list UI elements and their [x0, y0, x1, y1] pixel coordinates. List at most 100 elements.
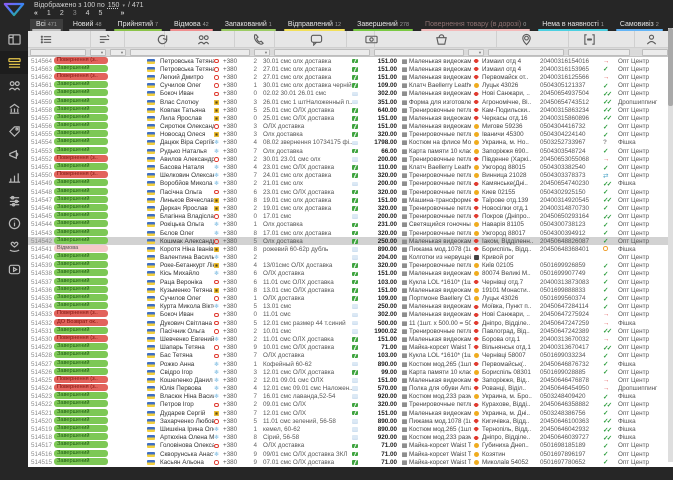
table-row[interactable]: 514560 Завершений Бокоч Иван +380 0 02.02 30.…	[28, 89, 673, 98]
table-row[interactable]: 514564 Повернення (з.. Петровська Тетяна +3…	[28, 57, 673, 65]
tracking-number[interactable]: 0501699028885	[540, 369, 603, 376]
sidebar-item-video-tutorials[interactable]	[0, 258, 28, 281]
client-column-icon[interactable]	[197, 33, 211, 46]
phone-number[interactable]: +380	[223, 336, 248, 343]
phone-number[interactable]: +380	[223, 426, 248, 433]
phone-column-icon[interactable]	[252, 33, 266, 46]
tracking-number[interactable]: 0504305121337	[540, 82, 603, 89]
phone-number[interactable]: +380	[223, 139, 248, 146]
table-row[interactable]: 514522 Завершений Петров Ігор +380 2 09.01 см…	[28, 400, 673, 409]
sidebar-item-statistics[interactable]	[0, 166, 28, 189]
ring-channel-icon[interactable]	[214, 328, 223, 334]
phone-number[interactable]: +380	[223, 311, 248, 318]
olx-channel-icon[interactable]	[214, 197, 223, 203]
table-row[interactable]: 514562 Повернення (з.. Легкий Дмитро +380 2 2…	[28, 72, 673, 81]
table-row[interactable]: 514552 Повернення (з.. Авилов Александр +38…	[28, 154, 673, 163]
last-page-button[interactable]: »	[120, 10, 124, 17]
prom-channel-icon[interactable]: ❄	[214, 426, 223, 433]
phone-number[interactable]: +380	[223, 418, 248, 425]
tracking-number[interactable]: 20400315860896	[540, 115, 603, 122]
tracking-number[interactable]: 20450648368401	[540, 246, 603, 253]
ring-channel-icon[interactable]	[214, 189, 223, 195]
ring-channel-icon[interactable]	[214, 312, 223, 318]
tracking-number[interactable]: 20400316154016	[540, 58, 603, 65]
table-row[interactable]: 514531 Завершений Пасічник Ольга +380 2 10.01…	[28, 326, 673, 335]
tags-column-icon[interactable]	[98, 33, 112, 46]
tracking-number[interactable]: 20450646358882	[540, 401, 603, 408]
phone-number[interactable]: +380	[223, 328, 248, 335]
ring-channel-icon[interactable]	[214, 320, 223, 326]
payment-column-icon[interactable]	[365, 33, 379, 46]
sidebar-item-marketing[interactable]	[0, 143, 28, 166]
manager-column-icon[interactable]	[645, 33, 659, 46]
vertical-scrollbar[interactable]	[668, 28, 673, 462]
phone-number[interactable]: +380	[223, 107, 248, 114]
phone-number[interactable]: +380	[223, 254, 248, 261]
tracking-number[interactable]: 20450654740230	[540, 180, 603, 187]
phone-number[interactable]: +380	[223, 442, 248, 449]
table-row[interactable]: 514530 Повернення (з.. Шевченко Евгений ❄ +3…	[28, 334, 673, 343]
phone-number[interactable]: +380	[223, 410, 248, 417]
table-row[interactable]: 514559 Завершений Влас Слотюу +380 3 26.01 см…	[28, 97, 673, 106]
tracking-number[interactable]: 0504303378373	[540, 172, 603, 179]
prom-channel-icon[interactable]: ❄	[214, 180, 223, 187]
phone-number[interactable]: +380	[223, 434, 248, 441]
phone-number[interactable]: +380	[223, 66, 248, 73]
sidebar-item-dashboard[interactable]	[0, 28, 28, 51]
filter-product[interactable]: ▼	[468, 49, 484, 56]
tracking-number[interactable]: 0504304224140	[540, 131, 603, 138]
table-row[interactable]: 514536 Завершений Кузьменко Тетяна +380 8 13.…	[28, 285, 673, 294]
tracking-column-icon[interactable]	[583, 33, 597, 46]
tracking-number[interactable]: 0501698185189	[540, 442, 603, 449]
table-row[interactable]: 514561 Завершений Сучилов Олег +380 1 30.01 с…	[28, 81, 673, 90]
comment-column-icon[interactable]	[310, 33, 324, 47]
scrollbar-thumb[interactable]	[668, 28, 673, 106]
phone-number[interactable]: +380	[223, 90, 248, 97]
tab-refused[interactable]: Відмова 42	[168, 19, 215, 31]
phone-number[interactable]: +380	[223, 197, 248, 204]
phone-number[interactable]: +380	[223, 262, 248, 269]
page-button-3[interactable]: 3	[73, 10, 77, 17]
phone-number[interactable]: +380	[223, 205, 248, 212]
prom-channel-icon[interactable]: ❄	[214, 434, 223, 441]
table-row[interactable]: 514524 Повернення (з.. Юлія Первова ❄ +380 4 1…	[28, 384, 673, 393]
phone-number[interactable]: +380	[223, 401, 248, 408]
phone-number[interactable]: +380	[223, 148, 248, 155]
tracking-number[interactable]: 20450654937504	[540, 90, 603, 97]
ring-channel-icon[interactable]	[214, 58, 223, 64]
tracking-number[interactable]: 0504303382540	[540, 164, 603, 171]
phone-number[interactable]: +380	[223, 246, 248, 253]
ring-channel-icon[interactable]	[214, 459, 223, 465]
tracking-number[interactable]: 0504304416732	[540, 123, 603, 130]
filter-client[interactable]	[130, 49, 250, 56]
table-row[interactable]: 514535 Завершений Сучилов Олег +380 1 ОЛХ дос…	[28, 294, 673, 303]
ring-channel-icon[interactable]	[214, 443, 223, 449]
table-row[interactable]: 514523Завершений Власюк Ніна Василі..❄+38…	[28, 392, 673, 401]
filter-tags[interactable]: ▼	[90, 49, 106, 56]
filter-status[interactable]	[30, 49, 86, 56]
table-row[interactable]: 514529 Завершений Шапарь Тетяна +380 9 10.01 …	[28, 343, 673, 352]
phone-number[interactable]: +380	[223, 459, 248, 466]
tracking-number[interactable]: 0501699560374	[540, 295, 603, 302]
table-row[interactable]: 514534Завершений Курта Микола Вікто..❄+38…	[28, 302, 673, 311]
ring-channel-icon[interactable]	[214, 75, 223, 80]
prom-channel-icon[interactable]: ❄	[214, 172, 223, 179]
table-row[interactable]: 514554Завершений Дацюк Віра Сергіївна❄+38…	[28, 138, 673, 147]
tracking-number[interactable]: 20450647275924	[540, 311, 603, 318]
sidebar-item-orders[interactable]	[0, 51, 28, 74]
table-row[interactable]: 514548 Завершений Пасічна Ольга +380 6 23.01 …	[28, 187, 673, 196]
tracking-number[interactable]: 0504300738123	[540, 221, 603, 228]
prom-channel-icon[interactable]: ❄	[214, 221, 223, 228]
tracking-number[interactable]: 0501697896197	[540, 451, 603, 458]
ring-channel-icon[interactable]	[214, 279, 223, 285]
phone-number[interactable]: +380	[223, 213, 248, 220]
tab-sent[interactable]: Відправлений 12	[282, 19, 347, 31]
table-row[interactable]: 514521 Завершений Дударев Сергій +380 7 12.01…	[28, 408, 673, 417]
table-row[interactable]: 514550 Повернення (з.. Шелковин Олексан.. ❄…	[28, 171, 673, 180]
tab-done[interactable]: Завершений 278	[351, 19, 415, 31]
prom-channel-icon[interactable]: ❄	[214, 377, 223, 384]
table-row[interactable]: 514526 Завершений Свідро Ігор ❄ +380 3 12.01 с…	[28, 367, 673, 376]
first-page-button[interactable]: «	[34, 10, 38, 17]
ring-channel-icon[interactable]	[214, 345, 223, 350]
filter-comment[interactable]	[274, 49, 370, 56]
